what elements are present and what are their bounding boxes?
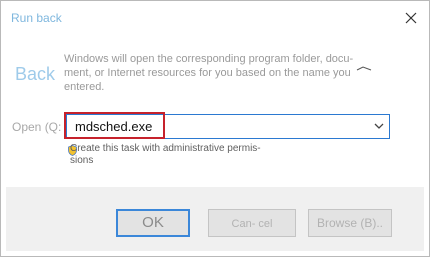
open-input[interactable] bbox=[75, 118, 355, 134]
browse-button[interactable]: Browse (B).. bbox=[308, 209, 392, 237]
dialog-body: Back Windows will open the corresponding… bbox=[6, 35, 424, 187]
back-label: Back bbox=[15, 64, 56, 84]
open-label: Open (Q: bbox=[12, 120, 62, 134]
cursor-mark-icon bbox=[356, 66, 372, 71]
ok-button[interactable]: OK bbox=[116, 209, 190, 237]
cancel-button[interactable]: Can- cel bbox=[208, 209, 296, 237]
title-bar: Run back bbox=[1, 1, 429, 35]
chevron-down-icon[interactable] bbox=[373, 121, 385, 131]
window-title: Run back bbox=[11, 11, 62, 25]
admin-permission-text: Create this task with administrative per… bbox=[70, 143, 261, 166]
description-text: Windows will open the corresponding prog… bbox=[64, 53, 354, 93]
button-bar: OK Can- cel Browse (B).. bbox=[6, 187, 424, 251]
open-combobox[interactable] bbox=[66, 114, 390, 139]
run-dialog: Run back Back Windows will open the corr… bbox=[0, 0, 430, 257]
close-icon[interactable] bbox=[403, 10, 419, 26]
